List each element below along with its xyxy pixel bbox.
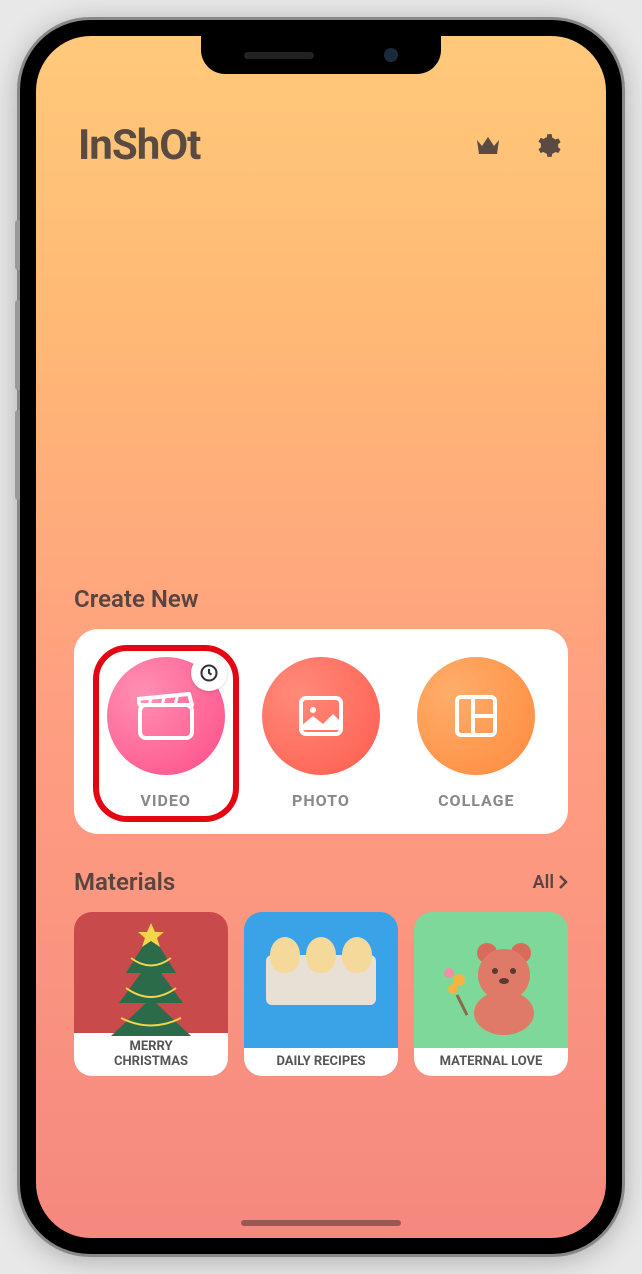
create-new-card: VIDEO PHOTO <box>74 629 568 834</box>
speaker <box>244 52 314 59</box>
front-camera <box>384 48 398 62</box>
materials-header: Materials All <box>74 868 568 896</box>
video-label: VIDEO <box>140 791 191 810</box>
materials-row: MERRY CHRISTMAS DAILY RECIPES <box>74 912 568 1076</box>
clapper-icon <box>137 691 195 741</box>
create-new-title: Create New <box>74 585 568 613</box>
recipes-image <box>244 912 398 1048</box>
christmas-image <box>74 912 228 1033</box>
material-love[interactable]: MATERNAL LOVE <box>414 912 568 1076</box>
screen: InShOt Create New <box>36 36 606 1238</box>
material-recipes[interactable]: DAILY RECIPES <box>244 912 398 1076</box>
create-new-section: Create New <box>36 585 606 834</box>
all-label: All <box>533 872 554 893</box>
materials-all-link[interactable]: All <box>533 872 568 893</box>
bear-icon <box>439 925 559 1035</box>
notch <box>201 36 441 74</box>
image-icon <box>295 690 347 742</box>
create-video-button[interactable]: VIDEO <box>99 651 233 816</box>
recipes-label: DAILY RECIPES <box>244 1048 398 1076</box>
create-photo-button[interactable]: PHOTO <box>254 651 388 816</box>
create-collage-button[interactable]: COLLAGE <box>409 651 543 816</box>
materials-title: Materials <box>74 868 175 896</box>
video-circle <box>107 657 225 775</box>
photo-circle <box>262 657 380 775</box>
gear-icon[interactable] <box>532 130 564 162</box>
app-logo: InShOt <box>78 121 200 170</box>
phone-frame: InShOt Create New <box>20 20 622 1254</box>
clock-icon <box>199 663 219 683</box>
clock-badge <box>191 655 227 691</box>
header-actions <box>472 130 564 162</box>
love-label: MATERNAL LOVE <box>414 1048 568 1076</box>
materials-section: Materials All <box>36 868 606 1076</box>
layout-icon <box>451 691 501 741</box>
collage-circle <box>417 657 535 775</box>
chevron-right-icon <box>558 874 568 890</box>
collage-label: COLLAGE <box>438 791 514 810</box>
material-christmas[interactable]: MERRY CHRISTMAS <box>74 912 228 1076</box>
christmas-tree-icon <box>101 918 201 1038</box>
photo-label: PHOTO <box>292 791 350 810</box>
christmas-label: MERRY CHRISTMAS <box>74 1033 228 1076</box>
love-image <box>414 912 568 1048</box>
eggs-icon <box>266 955 376 1005</box>
crown-icon[interactable] <box>472 130 504 162</box>
home-indicator[interactable] <box>241 1220 401 1226</box>
